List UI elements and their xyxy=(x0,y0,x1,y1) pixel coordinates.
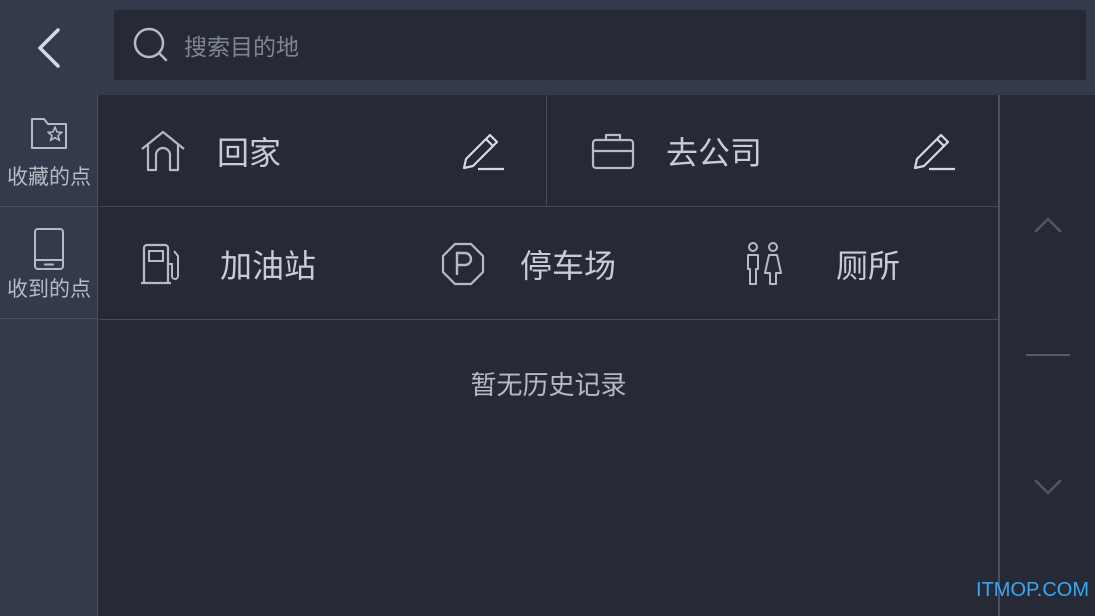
sidebar-item-favorites[interactable]: 收藏的点 xyxy=(0,95,98,207)
category-parking[interactable]: 停车场 xyxy=(440,208,616,320)
briefcase-icon xyxy=(590,131,636,171)
search-placeholder: 搜索目的地 xyxy=(184,35,299,61)
category-label: 厕所 xyxy=(836,247,901,285)
category-row: 加油站 停车场 厕所 xyxy=(99,208,998,320)
sidebar-item-label: 收到的点 xyxy=(7,277,91,301)
toilet-icon xyxy=(743,241,785,287)
search-icon xyxy=(132,26,170,64)
edit-home-button[interactable] xyxy=(459,129,507,173)
category-gas-station[interactable]: 加油站 xyxy=(139,208,316,320)
watermark: ITMOP.COM xyxy=(976,579,1089,601)
company-shortcut[interactable]: 去公司 xyxy=(548,95,998,207)
pencil-icon xyxy=(462,133,504,171)
sidebar: 收藏的点 收到的点 xyxy=(0,95,98,616)
category-label: 停车场 xyxy=(520,247,617,285)
home-label: 回家 xyxy=(217,134,282,172)
pencil-icon xyxy=(913,133,955,171)
search-input[interactable]: 搜索目的地 xyxy=(114,10,1086,80)
company-label: 去公司 xyxy=(666,134,763,172)
gas-station-icon xyxy=(139,242,183,286)
chevron-left-icon xyxy=(38,27,60,68)
edit-company-button[interactable] xyxy=(910,129,958,173)
phone-icon xyxy=(29,227,69,271)
scroll-down-button[interactable] xyxy=(1000,457,1095,517)
chevron-down-icon xyxy=(1033,479,1062,495)
category-toilet[interactable]: 厕所 xyxy=(743,208,900,320)
history-empty-text: 暂无历史记录 xyxy=(470,371,627,401)
home-icon xyxy=(139,129,187,173)
category-label: 加油站 xyxy=(220,247,317,285)
scroll-up-button[interactable] xyxy=(1000,195,1095,255)
shortcut-row: 回家 去公司 xyxy=(99,95,998,207)
folder-star-icon xyxy=(29,115,69,159)
parking-icon xyxy=(440,241,486,287)
main-panel: 回家 去公司 加油站 停车场 厕所 暂无历史记录 xyxy=(99,95,998,616)
scroll-divider xyxy=(1000,325,1095,385)
top-bar: 搜索目的地 xyxy=(0,0,1095,95)
back-button[interactable] xyxy=(0,0,98,95)
right-scroll-bar xyxy=(998,95,1095,616)
sidebar-item-received[interactable]: 收到的点 xyxy=(0,207,98,319)
chevron-up-icon xyxy=(1033,217,1062,233)
sidebar-item-label: 收藏的点 xyxy=(7,165,91,189)
home-shortcut[interactable]: 回家 xyxy=(99,95,547,207)
